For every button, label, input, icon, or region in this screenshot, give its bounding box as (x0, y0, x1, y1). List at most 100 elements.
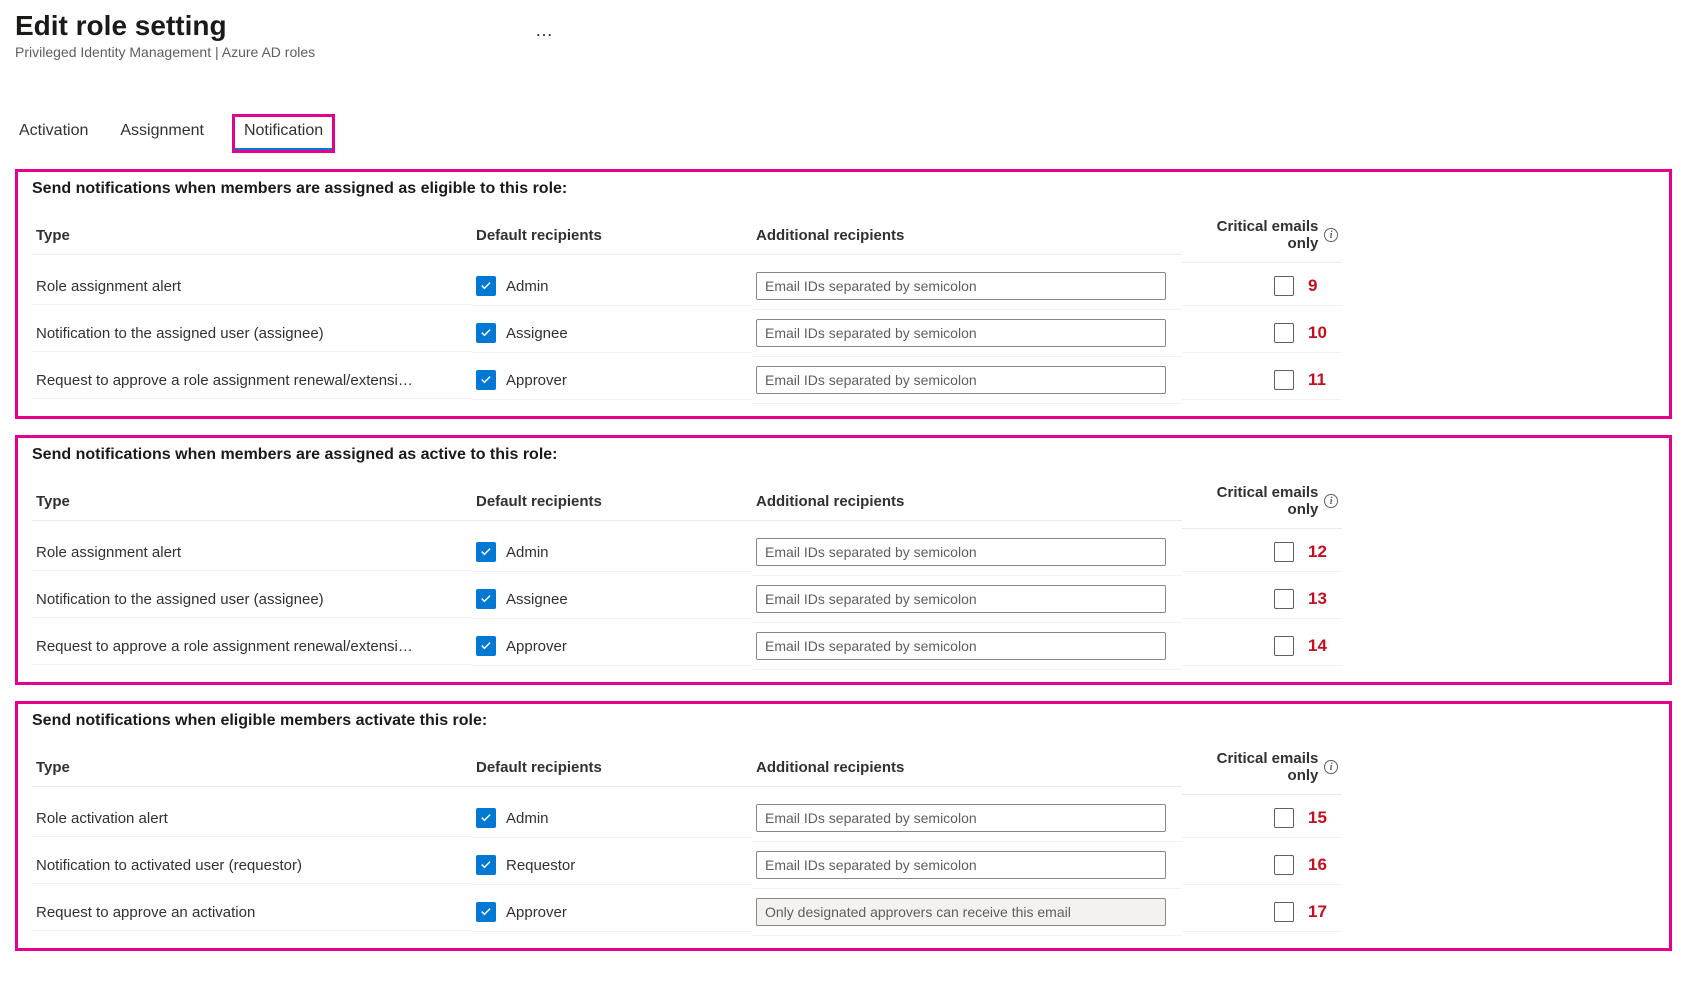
col-type: Type (32, 483, 472, 521)
col-critical-emails: Critical emails onlyi (1182, 740, 1342, 795)
col-default-recipients: Default recipients (472, 749, 752, 787)
additional-recipients-input[interactable] (756, 272, 1166, 300)
row-type: Request to approve a role assignment ren… (32, 363, 472, 399)
recipient-checkbox[interactable] (476, 276, 496, 296)
recipient-label: Approver (506, 638, 567, 655)
recipient-label: Approver (506, 372, 567, 389)
row-default-recipient: Approver (472, 627, 752, 666)
annotation-number: 12 (1308, 542, 1332, 562)
col-critical-emails: Critical emails onlyi (1182, 208, 1342, 263)
critical-checkbox[interactable] (1274, 636, 1294, 656)
row-additional-recipients (752, 623, 1182, 670)
page-title: Edit role setting (15, 10, 1672, 42)
annotation-number: 16 (1308, 855, 1332, 875)
row-default-recipient: Admin (472, 799, 752, 838)
col-additional-recipients: Additional recipients (752, 483, 1182, 521)
recipient-label: Admin (506, 278, 549, 295)
recipient-label: Admin (506, 810, 549, 827)
critical-checkbox[interactable] (1274, 589, 1294, 609)
critical-checkbox[interactable] (1274, 542, 1294, 562)
recipient-label: Requestor (506, 857, 575, 874)
recipient-checkbox[interactable] (476, 542, 496, 562)
recipient-checkbox[interactable] (476, 370, 496, 390)
col-additional-recipients: Additional recipients (752, 217, 1182, 255)
annotation-number: 14 (1308, 636, 1332, 656)
row-critical: 14 (1182, 627, 1342, 666)
annotation-number: 17 (1308, 902, 1332, 922)
section-title: Send notifications when eligible members… (32, 712, 1655, 730)
additional-recipients-input[interactable] (756, 319, 1166, 347)
annotation-number: 15 (1308, 808, 1332, 828)
annotation-number: 11 (1308, 370, 1332, 390)
additional-recipients-input[interactable] (756, 366, 1166, 394)
row-type: Role assignment alert (32, 535, 472, 571)
notification-grid: TypeDefault recipientsAdditional recipie… (32, 474, 1655, 670)
row-critical: 11 (1182, 361, 1342, 400)
more-icon[interactable]: … (535, 20, 553, 40)
col-additional-recipients: Additional recipients (752, 749, 1182, 787)
row-additional-recipients (752, 529, 1182, 576)
recipient-checkbox[interactable] (476, 855, 496, 875)
row-default-recipient: Approver (472, 893, 752, 932)
recipient-checkbox[interactable] (476, 589, 496, 609)
row-type: Notification to the assigned user (assig… (32, 316, 472, 352)
additional-recipients-input[interactable] (756, 632, 1166, 660)
row-additional-recipients (752, 357, 1182, 404)
recipient-checkbox[interactable] (476, 902, 496, 922)
recipient-checkbox[interactable] (476, 808, 496, 828)
row-default-recipient: Assignee (472, 314, 752, 353)
row-critical: 16 (1182, 846, 1342, 885)
row-type: Request to approve an activation (32, 895, 472, 931)
recipient-checkbox[interactable] (476, 636, 496, 656)
row-default-recipient: Admin (472, 533, 752, 572)
recipient-label: Assignee (506, 591, 568, 608)
tab-activation[interactable]: Activation (17, 116, 90, 151)
additional-recipients-input[interactable] (756, 585, 1166, 613)
col-critical-emails: Critical emails onlyi (1182, 474, 1342, 529)
additional-recipients-input[interactable] (756, 804, 1166, 832)
notification-section: Send notifications when eligible members… (15, 701, 1672, 951)
additional-recipients-input (756, 898, 1166, 926)
info-icon[interactable]: i (1324, 494, 1338, 508)
row-type: Role assignment alert (32, 269, 472, 305)
section-title: Send notifications when members are assi… (32, 180, 1655, 198)
row-additional-recipients (752, 263, 1182, 310)
recipient-label: Approver (506, 904, 567, 921)
tab-notification[interactable]: Notification (234, 116, 333, 151)
col-default-recipients: Default recipients (472, 217, 752, 255)
tabs-container: Activation Assignment Notification (15, 116, 1672, 151)
info-icon[interactable]: i (1324, 228, 1338, 242)
breadcrumb: Privileged Identity Management | Azure A… (15, 44, 1672, 60)
annotation-number: 10 (1308, 323, 1332, 343)
notification-grid: TypeDefault recipientsAdditional recipie… (32, 208, 1655, 404)
row-critical: 9 (1182, 267, 1342, 306)
recipient-label: Admin (506, 544, 549, 561)
col-type: Type (32, 749, 472, 787)
critical-checkbox[interactable] (1274, 902, 1294, 922)
row-type: Request to approve a role assignment ren… (32, 629, 472, 665)
row-critical: 17 (1182, 893, 1342, 932)
additional-recipients-input[interactable] (756, 851, 1166, 879)
row-additional-recipients (752, 842, 1182, 889)
tab-assignment[interactable]: Assignment (118, 116, 206, 151)
row-additional-recipients (752, 795, 1182, 842)
row-default-recipient: Requestor (472, 846, 752, 885)
info-icon[interactable]: i (1324, 760, 1338, 774)
critical-checkbox[interactable] (1274, 855, 1294, 875)
notification-section: Send notifications when members are assi… (15, 435, 1672, 685)
critical-checkbox[interactable] (1274, 808, 1294, 828)
row-additional-recipients (752, 889, 1182, 936)
col-type: Type (32, 217, 472, 255)
page-header: Edit role setting Privileged Identity Ma… (15, 10, 1672, 81)
critical-checkbox[interactable] (1274, 370, 1294, 390)
recipient-checkbox[interactable] (476, 323, 496, 343)
additional-recipients-input[interactable] (756, 538, 1166, 566)
critical-checkbox[interactable] (1274, 276, 1294, 296)
section-title: Send notifications when members are assi… (32, 446, 1655, 464)
recipient-label: Assignee (506, 325, 568, 342)
row-type: Notification to the assigned user (assig… (32, 582, 472, 618)
notification-grid: TypeDefault recipientsAdditional recipie… (32, 740, 1655, 936)
annotation-number: 13 (1308, 589, 1332, 609)
critical-checkbox[interactable] (1274, 323, 1294, 343)
col-default-recipients: Default recipients (472, 483, 752, 521)
